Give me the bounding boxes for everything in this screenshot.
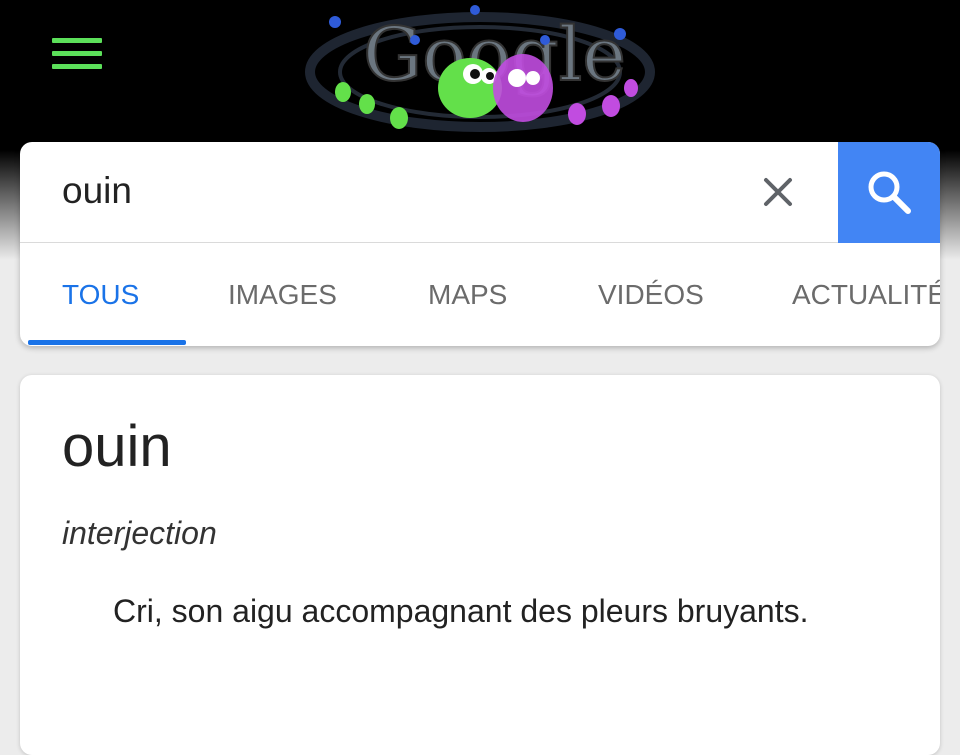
search-button[interactable] [838,142,940,243]
search-icon [868,171,911,214]
dictionary-card: ouin interjection Cri, son aigu accompag… [20,375,940,755]
search-input[interactable]: ouin [62,170,132,212]
definition-text: Cri, son aigu accompagnant des pleurs br… [113,593,809,629]
tab-images[interactable]: IMAGES [228,279,337,311]
tab-tous[interactable]: TOUS [62,279,139,311]
google-halloween-doodle-icon[interactable]: Google [295,0,665,140]
active-tab-indicator [28,340,186,345]
search-tabs: TOUS IMAGES MAPS VIDÉOS ACTUALITÉS [20,243,940,346]
search-card: ouin TOUS IMAGES MAPS VIDÉOS ACTUALITÉS [20,142,940,346]
tab-videos[interactable]: VIDÉOS [598,279,704,311]
tab-clip: ACTUALITÉS [792,279,940,319]
hamburger-menu-icon[interactable] [52,38,102,72]
tab-maps[interactable]: MAPS [428,279,507,311]
part-of-speech: interjection [62,515,217,551]
tab-actualites[interactable]: ACTUALITÉS [792,279,940,311]
headword: ouin [62,414,172,479]
close-icon[interactable] [758,172,798,212]
search-bar: ouin [20,142,940,243]
